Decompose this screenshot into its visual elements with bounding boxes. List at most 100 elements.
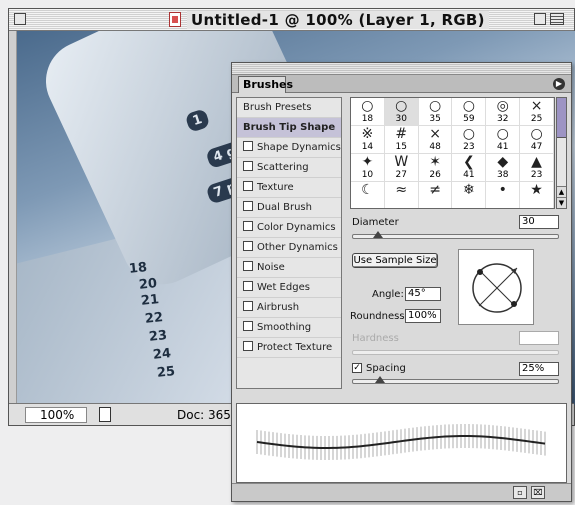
brush-tip[interactable]: #15 (384, 126, 419, 154)
palette-tab-bar: Brushes ▶ (232, 75, 571, 93)
nav-option[interactable]: Scattering (237, 158, 341, 178)
brush-tip[interactable]: ❮ 41 (452, 154, 487, 182)
collapse-box-icon[interactable] (550, 13, 564, 25)
nav-brush-presets[interactable]: Brush Presets (237, 98, 341, 118)
doc-size[interactable]: Doc: 365K (177, 408, 239, 422)
brush-tip[interactable]: • (486, 182, 521, 208)
brush-tip-icon: W (394, 154, 409, 170)
brush-tip[interactable]: ≈ (385, 182, 419, 208)
brush-tip[interactable]: ○ 47 (520, 126, 554, 154)
angle-input[interactable]: 45° (405, 287, 441, 301)
palette-menu-icon[interactable]: ▶ (553, 78, 565, 90)
brush-tip[interactable]: ○ 59 (452, 98, 487, 126)
brush-tip[interactable]: ❄ (452, 182, 487, 208)
brush-tip-icon: ❮ (463, 154, 475, 170)
nav-option[interactable]: Noise (237, 258, 341, 278)
option-checkbox[interactable] (243, 221, 253, 231)
brush-tip[interactable]: ≠ (419, 182, 453, 208)
scroll-down-icon[interactable]: ▼ (557, 197, 566, 208)
brush-tip-icon: ○ (530, 126, 543, 142)
brush-tip[interactable]: ◆ 38 (486, 154, 521, 182)
diameter-slider[interactable] (352, 231, 559, 239)
brush-tip[interactable]: W 27 (384, 154, 419, 182)
brush-tip-icon: ○ (361, 98, 374, 114)
brush-tip[interactable]: ○ 30 (384, 98, 419, 126)
nav-brush-tip-shape[interactable]: Brush Tip Shape (237, 118, 341, 138)
brush-tip[interactable]: ★ (520, 182, 554, 208)
option-checkbox[interactable] (243, 161, 253, 171)
nav-option[interactable]: Color Dynamics (237, 218, 341, 238)
brush-tip-icon: ❄ (463, 182, 475, 198)
option-checkbox[interactable] (243, 321, 253, 331)
palette-drag-bar[interactable] (232, 63, 571, 75)
brush-tip[interactable]: ○ 41 (486, 126, 521, 154)
delete-brush-icon[interactable]: ⌧ (531, 486, 545, 499)
page-icon[interactable] (99, 407, 111, 422)
brush-tip-icon: • (498, 182, 507, 198)
nav-option[interactable]: Other Dynamics (237, 238, 341, 258)
brush-tip[interactable]: ✦ 10 (351, 154, 385, 182)
brush-tip[interactable]: ※ 14 (351, 126, 385, 154)
brush-tip[interactable]: ▲ 23 (520, 154, 554, 182)
option-checkbox[interactable] (243, 241, 253, 251)
spacing-input[interactable]: 25% (519, 362, 559, 376)
tab-brushes[interactable]: Brushes (238, 76, 293, 93)
brush-tip-icon: ≠ (429, 182, 441, 198)
brush-tip[interactable]: ○ 23 (452, 126, 487, 154)
scroll-thumb[interactable] (557, 98, 566, 138)
use-sample-size-button[interactable]: Use Sample Size (352, 253, 438, 268)
spacing-slider[interactable] (352, 376, 559, 384)
printed-number: 25 (156, 364, 176, 381)
option-checkbox[interactable] (243, 141, 253, 151)
brush-tip-icon: ○ (462, 126, 476, 142)
brush-tip-size: 59 (463, 114, 475, 124)
option-checkbox[interactable] (243, 341, 253, 351)
zoom-field[interactable]: 100% (25, 407, 87, 423)
tip-grid-scrollbar[interactable]: ▲ ▼ (556, 97, 567, 209)
option-label: Dual Brush (257, 202, 312, 213)
brush-tip[interactable]: ✶ 26 (418, 154, 453, 182)
zoom-box-icon[interactable] (534, 13, 546, 25)
title-bar[interactable]: Untitled-1 @ 100% (Layer 1, RGB) (9, 9, 574, 31)
brush-tip-size: 23 (530, 170, 543, 180)
option-checkbox[interactable] (243, 301, 253, 311)
brush-tip-icon: ◎ (496, 98, 509, 114)
nav-option[interactable]: Protect Texture (237, 338, 341, 358)
printed-number: 20 (138, 276, 158, 293)
brush-tip[interactable]: × 48 (418, 126, 453, 154)
close-box-icon[interactable] (14, 13, 26, 25)
nav-option[interactable]: Shape Dynamics (237, 138, 341, 158)
brush-tip-size: 10 (361, 170, 374, 180)
option-label: Protect Texture (257, 342, 333, 353)
spacing-checkbox[interactable]: ✓ (352, 363, 362, 373)
brush-tip[interactable]: ☾ (351, 182, 385, 208)
brush-tip[interactable]: × 25 (520, 98, 554, 126)
roundness-input[interactable]: 100% (405, 309, 441, 323)
brush-tip-size: 30 (395, 114, 407, 124)
option-checkbox[interactable] (243, 281, 253, 291)
nav-option[interactable]: Dual Brush (237, 198, 341, 218)
brush-tip-icon: ≈ (395, 182, 408, 198)
diameter-input[interactable]: 30 (519, 215, 559, 229)
nav-option[interactable]: Airbrush (237, 298, 341, 318)
brush-tip-size: 14 (361, 142, 374, 152)
angle-roundness-widget[interactable] (458, 249, 534, 325)
brush-tip[interactable]: ○ 35 (418, 98, 453, 126)
option-checkbox[interactable] (243, 261, 253, 271)
nav-option[interactable]: Wet Edges (237, 278, 341, 298)
nav-option[interactable]: Texture (237, 178, 341, 198)
printed-number: 21 (140, 292, 160, 309)
new-brush-icon[interactable]: ▫ (513, 486, 527, 499)
brush-tip-icon: ○ (496, 126, 509, 142)
spacing-label: Spacing (366, 363, 406, 374)
brush-tip[interactable]: ○ 18 (351, 98, 385, 126)
printed-number: 22 (144, 310, 164, 327)
option-checkbox[interactable] (243, 201, 253, 211)
brush-tip[interactable]: ◎ 32 (486, 98, 521, 126)
scroll-up-icon[interactable]: ▲ (557, 186, 566, 197)
nav-option[interactable]: Smoothing (237, 318, 341, 338)
spacing-slider-knob[interactable] (374, 376, 385, 383)
option-checkbox[interactable] (243, 181, 253, 191)
diameter-slider-knob[interactable] (372, 231, 383, 238)
brush-tip-size: 26 (429, 170, 441, 180)
